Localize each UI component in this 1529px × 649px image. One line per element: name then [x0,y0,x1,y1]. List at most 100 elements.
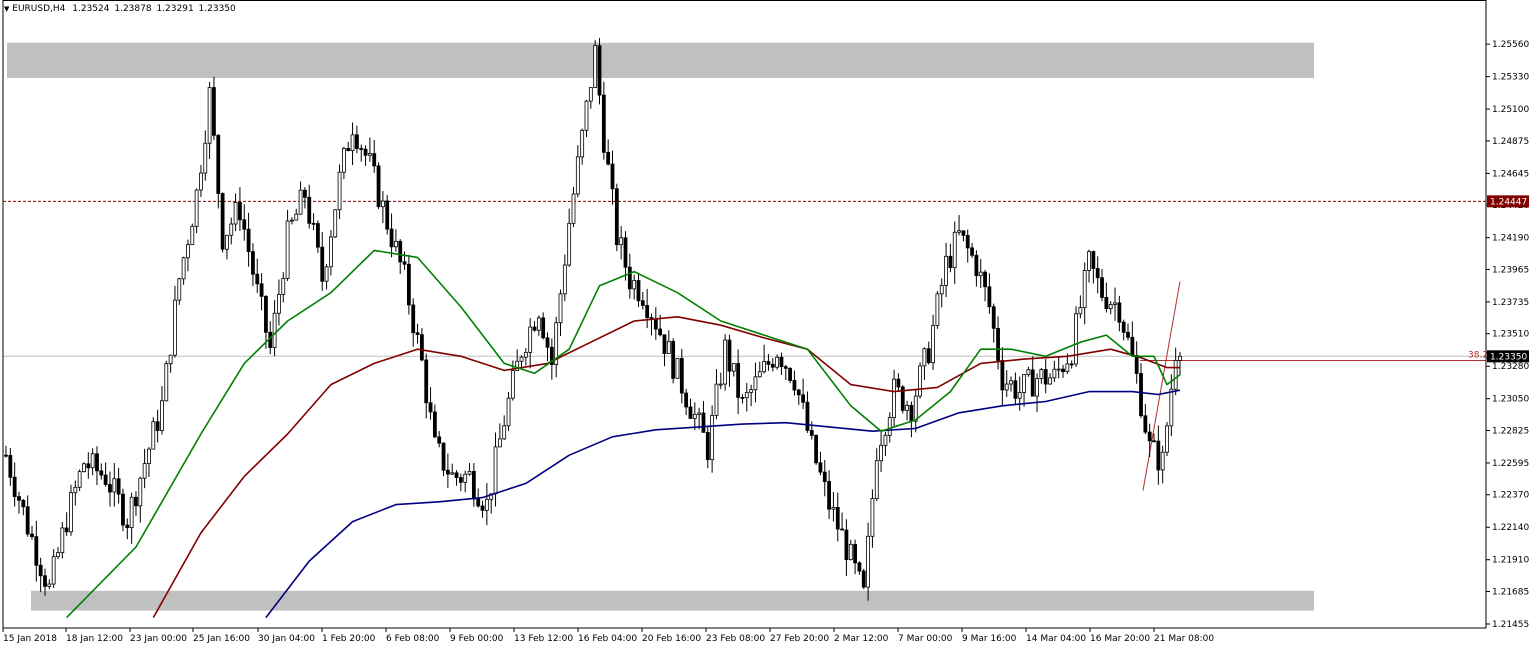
candle[interactable] [688,398,693,419]
candle[interactable] [311,213,316,231]
candle[interactable] [480,500,485,518]
candle[interactable] [1004,370,1009,398]
candle[interactable] [1178,351,1182,376]
candle[interactable] [173,285,177,358]
candle[interactable] [329,230,333,276]
candle[interactable] [1165,421,1169,457]
candle[interactable] [233,193,238,232]
candle[interactable] [17,491,21,514]
candle[interactable] [684,388,689,416]
candle[interactable] [12,462,17,507]
candle[interactable] [242,204,247,241]
candle[interactable] [1035,373,1039,413]
candle[interactable] [1039,367,1044,384]
candle[interactable] [944,242,948,298]
candle[interactable] [952,221,957,284]
candle[interactable] [147,446,151,478]
candle[interactable] [307,184,312,229]
candle[interactable] [623,231,628,281]
candle[interactable] [827,470,831,519]
moving-average-fast-line[interactable] [66,249,1181,619]
candle[interactable] [484,483,489,526]
candle[interactable] [653,307,658,340]
candle[interactable] [1143,404,1148,435]
candle[interactable] [4,445,8,458]
candle[interactable] [450,463,455,475]
candle[interactable] [60,521,65,559]
candle[interactable] [303,187,307,209]
candle[interactable] [714,368,719,420]
candle[interactable] [1139,363,1143,419]
candle[interactable] [1095,256,1100,294]
candle[interactable] [259,273,264,311]
candle[interactable] [428,387,433,420]
candle[interactable] [857,561,862,575]
candle[interactable] [1026,366,1031,377]
candle[interactable] [710,405,715,473]
candle[interactable] [419,328,424,362]
candle[interactable] [142,448,147,489]
candle[interactable] [389,213,394,258]
candle[interactable] [931,314,935,370]
candle[interactable] [636,272,641,308]
candle[interactable] [831,492,836,522]
candle[interactable] [320,232,325,291]
candle[interactable] [1160,445,1165,484]
candle[interactable] [298,181,303,215]
candle[interactable] [441,442,446,477]
candle[interactable] [350,122,355,166]
candle[interactable] [229,217,234,245]
candle[interactable] [216,134,221,209]
candle[interactable] [411,298,416,347]
candle[interactable] [471,463,476,507]
candle[interactable] [645,288,650,329]
candle[interactable] [974,250,979,287]
candle[interactable] [718,372,723,390]
candle[interactable] [939,278,944,308]
candle[interactable] [437,430,442,448]
candle[interactable] [957,214,961,236]
candle[interactable] [1134,341,1139,384]
candle[interactable] [606,139,611,166]
candle[interactable] [662,334,667,367]
candle[interactable] [151,417,156,450]
candle[interactable] [246,212,251,267]
candle[interactable] [1169,374,1174,437]
candle[interactable] [1030,356,1035,397]
candle[interactable] [909,401,914,438]
candle[interactable] [935,290,940,329]
candle[interactable] [164,360,169,402]
candle[interactable] [1117,295,1122,332]
candle[interactable] [346,141,351,152]
candle[interactable] [160,386,164,435]
candle[interactable] [809,421,814,440]
candle[interactable] [922,347,927,380]
candle[interactable] [177,277,182,305]
candle[interactable] [199,164,203,198]
candle[interactable] [987,273,992,314]
candle[interactable] [489,493,494,514]
candle[interactable] [991,303,996,343]
candle[interactable] [1173,347,1178,396]
collapse-triangle-icon[interactable]: ▼ [4,5,9,13]
candle[interactable] [792,370,797,396]
candle[interactable] [21,499,26,516]
candle[interactable] [385,195,390,235]
candle[interactable] [138,476,143,523]
candle[interactable] [536,315,541,336]
candle[interactable] [619,226,624,260]
candle[interactable] [372,139,377,173]
candle[interactable] [562,254,567,302]
candle[interactable] [584,99,589,138]
candle[interactable] [597,38,602,105]
candle[interactable] [723,334,728,391]
candle[interactable] [1048,373,1052,385]
candle[interactable] [134,491,138,516]
candle[interactable] [532,321,537,332]
candle[interactable] [649,313,654,336]
candle[interactable] [757,361,762,378]
candle[interactable] [796,388,801,406]
candle[interactable] [1147,423,1152,457]
candle[interactable] [567,208,572,267]
candle[interactable] [333,209,338,238]
